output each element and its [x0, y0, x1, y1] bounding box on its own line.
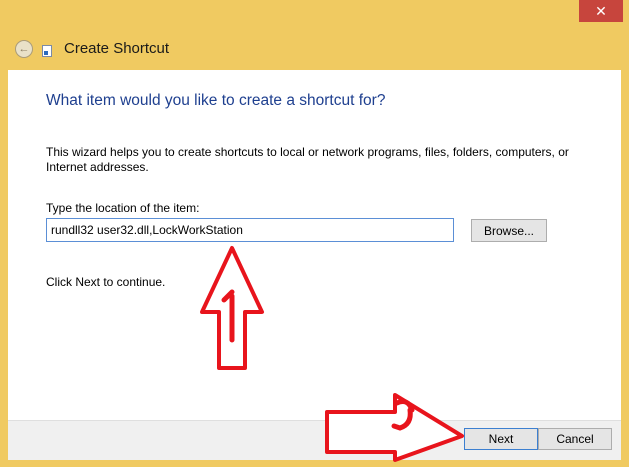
back-button[interactable]: ← — [15, 40, 33, 58]
location-label: Type the location of the item: — [46, 201, 200, 215]
continue-instruction: Click Next to continue. — [46, 275, 166, 289]
create-shortcut-window: ✕ ← Create Shortcut What item would you … — [0, 0, 629, 467]
close-icon: ✕ — [595, 3, 607, 19]
back-arrow-icon: ← — [18, 43, 30, 55]
next-button[interactable]: Next — [464, 428, 538, 450]
shortcut-icon — [42, 45, 52, 57]
page-heading: What item would you like to create a sho… — [46, 92, 386, 109]
wizard-content: What item would you like to create a sho… — [8, 70, 621, 420]
wizard-footer: Next Cancel — [8, 420, 621, 460]
browse-button[interactable]: Browse... — [471, 219, 547, 242]
wizard-title: Create Shortcut — [64, 40, 170, 57]
wizard-header: ← Create Shortcut — [8, 30, 621, 70]
close-button[interactable]: ✕ — [579, 0, 623, 22]
location-input[interactable] — [46, 218, 454, 242]
wizard-description: This wizard helps you to create shortcut… — [46, 145, 569, 174]
cancel-button[interactable]: Cancel — [538, 428, 612, 450]
